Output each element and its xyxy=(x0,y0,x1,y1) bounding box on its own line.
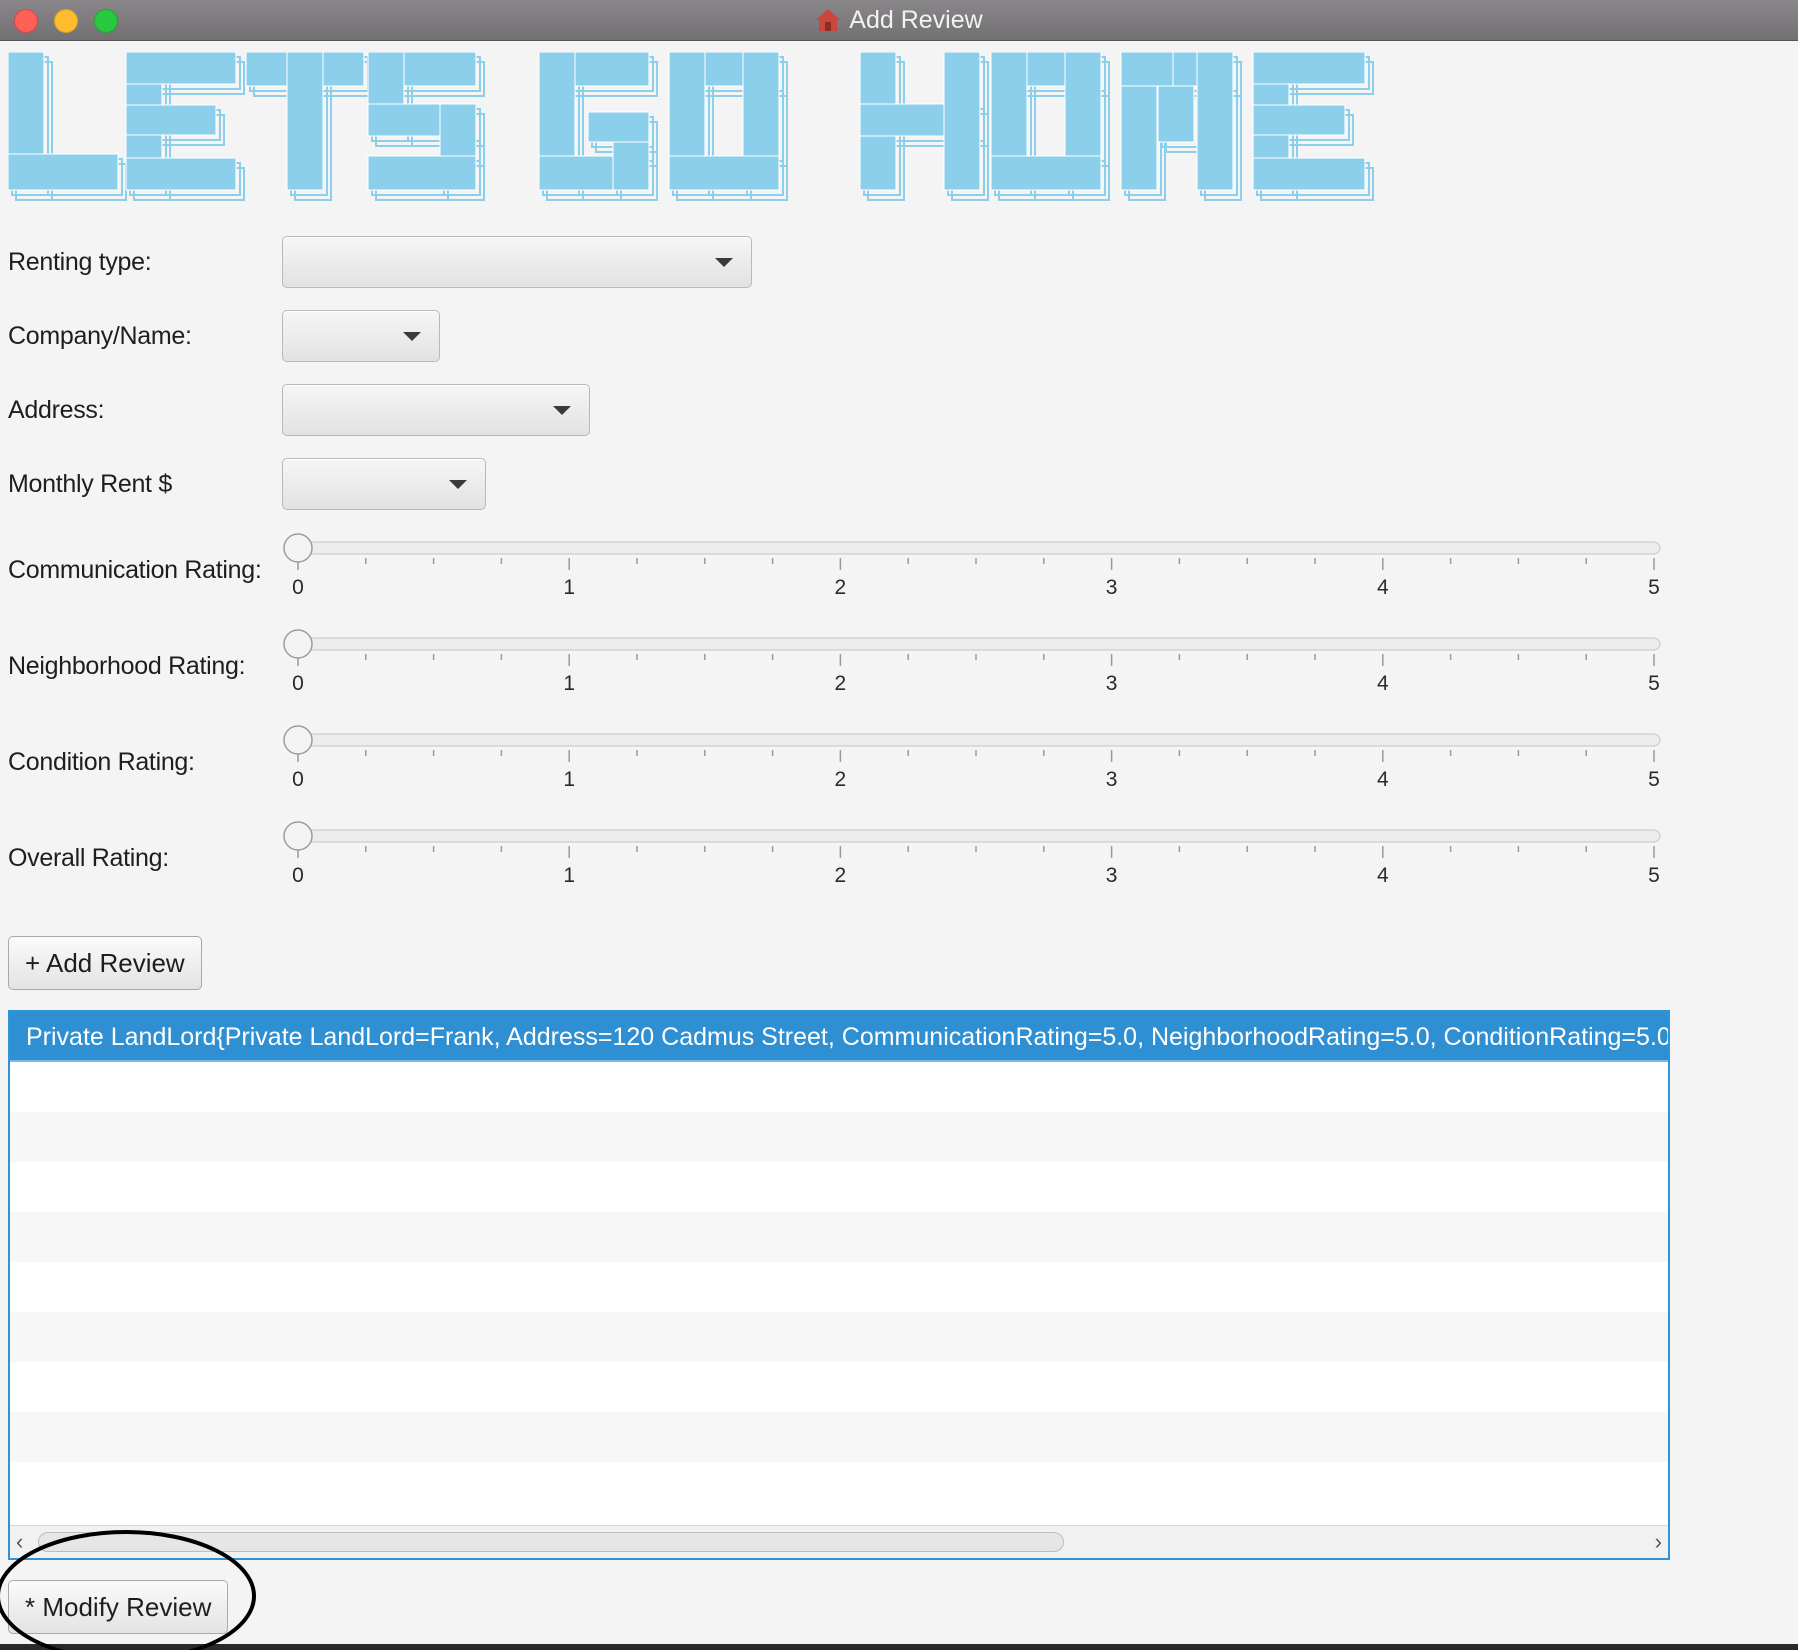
list-item[interactable]: Private LandLord{Private LandLord=Frank,… xyxy=(10,1012,1668,1062)
tick-label: 1 xyxy=(563,576,576,599)
empty-list-row xyxy=(10,1112,1668,1162)
house-icon xyxy=(815,8,841,32)
lets-go-home-logo xyxy=(8,52,1374,201)
tick-label: 3 xyxy=(1105,672,1118,695)
tick-label: 0 xyxy=(292,864,304,887)
rating-label: Communication Rating: xyxy=(8,556,262,584)
rating-slider[interactable]: 0 1 2 3 4 5 xyxy=(282,720,1661,791)
empty-list-row xyxy=(10,1262,1668,1312)
monthly-rent-label: Monthly Rent $ xyxy=(8,470,172,498)
tick-label: 0 xyxy=(292,576,304,599)
tick-label: 1 xyxy=(563,672,576,695)
rating-slider[interactable]: 0 1 2 3 4 5 xyxy=(282,816,1661,887)
chevron-right-icon[interactable]: › xyxy=(1655,1530,1662,1554)
company-name-dropdown[interactable] xyxy=(282,310,440,362)
rating-label: Overall Rating: xyxy=(8,844,169,872)
tick-label: 5 xyxy=(1648,864,1660,887)
slider-thumb[interactable] xyxy=(283,821,313,851)
chevron-down-icon xyxy=(553,406,571,415)
rating-label: Neighborhood Rating: xyxy=(8,652,246,680)
empty-list-row xyxy=(10,1412,1668,1462)
reviews-list[interactable]: Private LandLord{Private LandLord=Frank,… xyxy=(8,1010,1670,1560)
tick-label: 3 xyxy=(1105,864,1118,887)
tick-label: 2 xyxy=(834,576,847,599)
renting-type-label: Renting type: xyxy=(8,248,152,276)
tick-label: 4 xyxy=(1376,672,1389,695)
slider-track[interactable] xyxy=(291,829,1661,843)
tick-label: 3 xyxy=(1105,768,1118,791)
chevron-left-icon[interactable]: ‹ xyxy=(16,1530,23,1554)
empty-list-row xyxy=(10,1312,1668,1362)
window-title: Add Review xyxy=(849,5,983,34)
tick-label: 5 xyxy=(1648,672,1660,695)
slider-track[interactable] xyxy=(291,541,1661,555)
chevron-down-icon xyxy=(403,332,421,341)
tick-label: 5 xyxy=(1648,576,1660,599)
empty-list-row xyxy=(10,1462,1668,1512)
rating-label: Condition Rating: xyxy=(8,748,195,776)
address-dropdown[interactable] xyxy=(282,384,590,436)
company-name-label: Company/Name: xyxy=(8,322,192,350)
monthly-rent-dropdown[interactable] xyxy=(282,458,486,510)
slider-thumb[interactable] xyxy=(283,533,313,563)
renting-type-dropdown[interactable] xyxy=(282,236,752,288)
tick-label: 2 xyxy=(834,768,847,791)
chevron-down-icon xyxy=(715,258,733,267)
tick-label: 2 xyxy=(834,864,847,887)
tick-label: 5 xyxy=(1648,768,1660,791)
title-bar[interactable]: Add Review xyxy=(0,0,1798,41)
empty-list-row xyxy=(10,1362,1668,1412)
empty-list-row xyxy=(10,1162,1668,1212)
tick-label: 1 xyxy=(563,864,576,887)
slider-track[interactable] xyxy=(291,733,1661,747)
tick-label: 1 xyxy=(563,768,576,791)
tick-label: 0 xyxy=(292,768,304,791)
window-title-group: Add Review xyxy=(0,0,1798,40)
address-label: Address: xyxy=(8,396,105,424)
rating-slider[interactable]: 0 1 2 3 4 5 xyxy=(282,528,1661,599)
slider-thumb[interactable] xyxy=(283,725,313,755)
scrollbar-thumb[interactable] xyxy=(38,1532,1064,1552)
empty-list-row xyxy=(10,1212,1668,1262)
add-review-window: Add Review Renting type: Company/Name: A… xyxy=(0,0,1798,1650)
tick-label: 2 xyxy=(834,672,847,695)
tick-label: 0 xyxy=(292,672,304,695)
add-review-button[interactable]: + Add Review xyxy=(8,936,202,990)
rating-slider[interactable]: 0 1 2 3 4 5 xyxy=(282,624,1661,695)
tick-label: 4 xyxy=(1376,576,1389,599)
tick-label: 4 xyxy=(1376,864,1389,887)
empty-list-row xyxy=(10,1062,1668,1112)
horizontal-scrollbar[interactable]: ‹ › xyxy=(10,1525,1668,1558)
chevron-down-icon xyxy=(449,480,467,489)
slider-track[interactable] xyxy=(291,637,1661,651)
tick-label: 3 xyxy=(1105,576,1118,599)
tick-label: 4 xyxy=(1376,768,1389,791)
modify-review-button[interactable]: * Modify Review xyxy=(8,1580,229,1634)
slider-thumb[interactable] xyxy=(283,629,313,659)
